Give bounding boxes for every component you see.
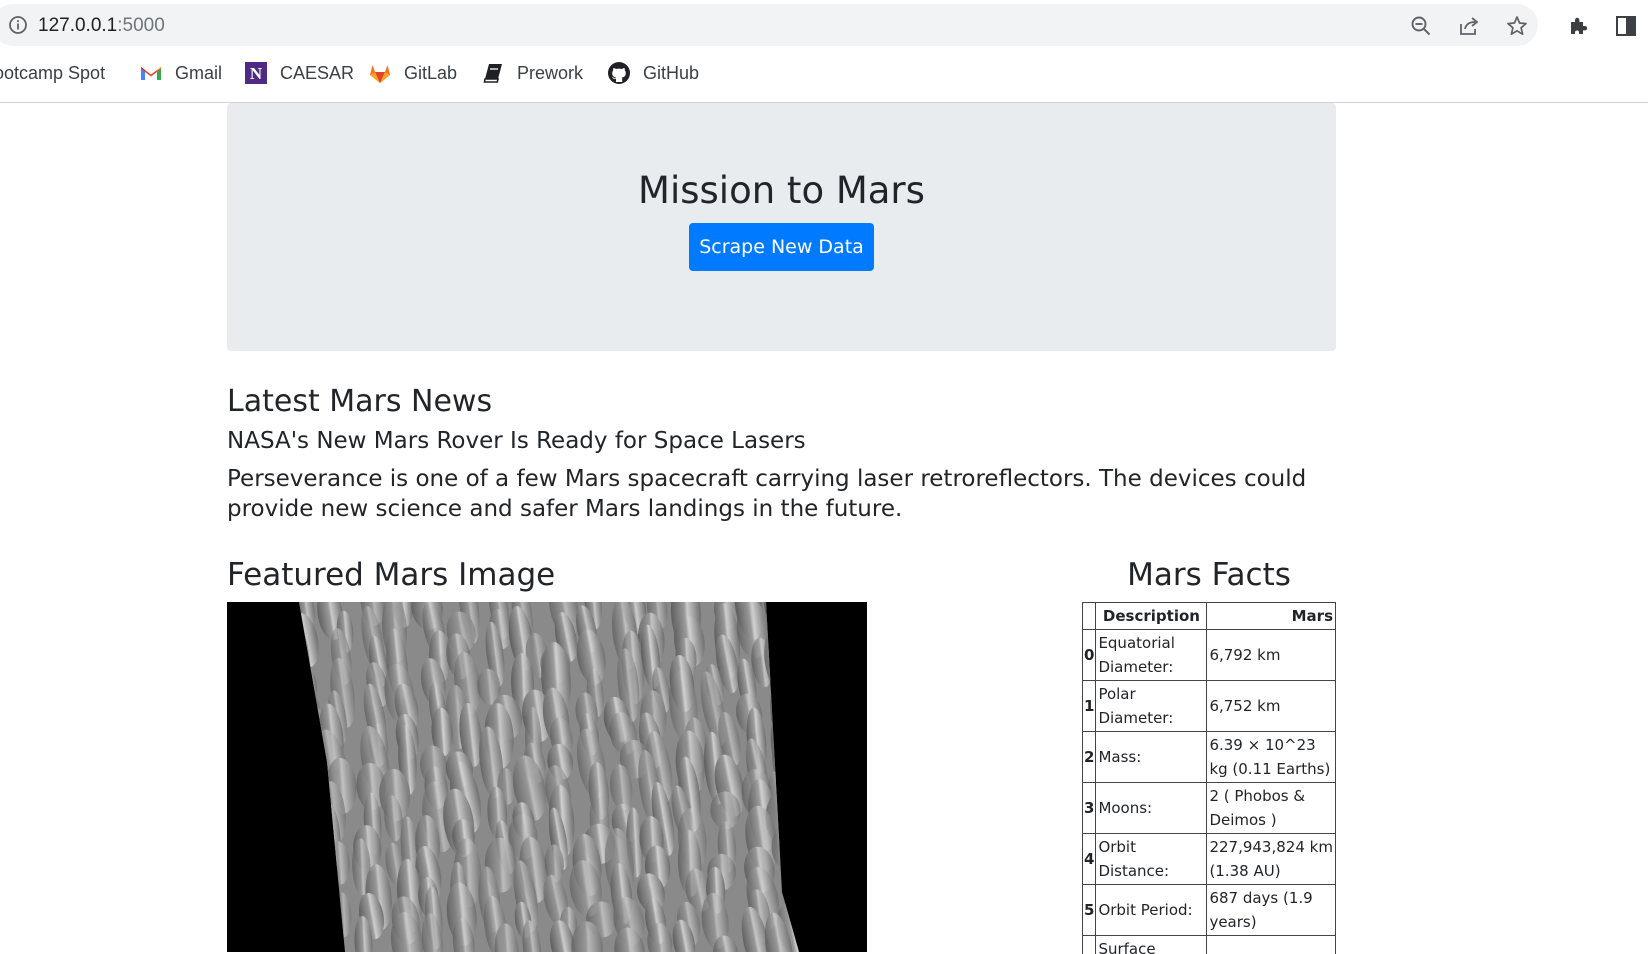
- bookmark-gitlab[interactable]: GitLab: [368, 58, 457, 88]
- table-row: 5 Orbit Period: 687 days (1.9 years): [1082, 884, 1336, 936]
- table-row: 4 Orbit Distance: 227,943,824 km (1.38 A…: [1082, 833, 1336, 885]
- row-value: 6,752 km: [1206, 680, 1336, 732]
- side-panel-icon[interactable]: [1614, 14, 1638, 38]
- info-icon[interactable]: [8, 15, 28, 35]
- row-index: 3: [1082, 782, 1097, 834]
- featured-image-heading: Featured Mars Image: [227, 557, 556, 593]
- row-index: 6: [1082, 935, 1097, 954]
- share-icon[interactable]: [1458, 15, 1480, 37]
- bookmark-label: Gmail: [175, 62, 223, 83]
- row-description: Orbit Period:: [1095, 884, 1208, 936]
- table-row: 0 Equatorial Diameter: 6,792 km: [1082, 629, 1336, 681]
- column-header-mars: Mars: [1206, 602, 1336, 630]
- table-row: 6 Surface Temperature: -87 to -5 °C: [1082, 935, 1336, 954]
- bookmark-label: GitHub: [643, 62, 700, 83]
- browser-chrome: 127.0.0.1:5000 ootcamp Spot Gmail N CAES…: [0, 0, 1648, 103]
- zoom-out-icon[interactable]: [1410, 15, 1432, 37]
- table-row: 3 Moons: 2 ( Phobos & Deimos ): [1082, 782, 1336, 834]
- star-icon[interactable]: [1506, 15, 1528, 37]
- book-icon: [483, 64, 502, 83]
- bookmark-prework[interactable]: Prework: [481, 58, 583, 88]
- news-title: NASA's New Mars Rover Is Ready for Space…: [227, 428, 806, 454]
- row-description: Mass:: [1095, 731, 1208, 783]
- url-port: :5000: [117, 15, 165, 36]
- row-description: Moons:: [1095, 782, 1208, 834]
- mars-facts-container: Description Mars 0 Equatorial Diameter: …: [1082, 602, 1336, 954]
- bookmark-label: CAESAR: [280, 62, 355, 83]
- row-description: Surface Temperature:: [1095, 935, 1208, 954]
- github-icon: [608, 62, 630, 84]
- row-index: 4: [1082, 833, 1097, 885]
- page-title: Mission to Mars: [638, 169, 925, 212]
- mars-dune-image: [227, 602, 867, 952]
- bookmark-label: ootcamp Spot: [0, 62, 106, 83]
- row-value: -87 to -5 °C: [1206, 935, 1336, 954]
- address-bar[interactable]: 127.0.0.1:5000: [0, 4, 1538, 46]
- row-index: 0: [1082, 629, 1097, 681]
- row-index: 5: [1082, 884, 1097, 936]
- row-index: 1: [1082, 680, 1097, 732]
- extensions-icon[interactable]: [1566, 14, 1590, 38]
- row-description: Polar Diameter:: [1095, 680, 1208, 732]
- gmail-icon: [141, 67, 161, 80]
- url-text[interactable]: 127.0.0.1:5000: [38, 15, 165, 37]
- mars-facts-heading: Mars Facts: [1127, 557, 1291, 593]
- gitlab-icon: [370, 65, 390, 83]
- scrape-new-data-button[interactable]: Scrape New Data: [689, 223, 874, 271]
- news-paragraph: Perseverance is one of a few Mars spacec…: [227, 466, 1307, 522]
- table-row: 2 Mass: 6.39 × 10^23 kg (0.11 Earths): [1082, 731, 1336, 783]
- bookmark-label: Prework: [517, 62, 584, 83]
- table-header-row: Description Mars: [1082, 602, 1336, 630]
- row-value: 687 days (1.9 years): [1206, 884, 1336, 936]
- row-index: 2: [1082, 731, 1097, 783]
- latest-news-heading: Latest Mars News: [227, 384, 493, 419]
- row-description: Equatorial Diameter:: [1095, 629, 1208, 681]
- mars-facts-table: Description Mars 0 Equatorial Diameter: …: [1082, 602, 1336, 954]
- column-header-description: Description: [1095, 602, 1208, 630]
- url-host: 127.0.0.1: [38, 15, 118, 36]
- table-row: 1 Polar Diameter: 6,752 km: [1082, 680, 1336, 732]
- bookmark-gmail[interactable]: Gmail: [139, 58, 222, 88]
- bookmark-caesar[interactable]: N CAESAR: [244, 58, 354, 88]
- bookmark-github[interactable]: GitHub: [607, 58, 699, 88]
- row-value: 6,792 km: [1206, 629, 1336, 681]
- row-value: 6.39 × 10^23 kg (0.11 Earths): [1206, 731, 1336, 783]
- bookmark-label: GitLab: [404, 62, 458, 83]
- column-header-index: [1082, 602, 1097, 630]
- bookmark-bootcamp-spot[interactable]: ootcamp Spot: [0, 58, 105, 88]
- northwestern-n-icon: N: [245, 62, 267, 84]
- row-value: 2 ( Phobos & Deimos ): [1206, 782, 1336, 834]
- featured-mars-image: [227, 602, 867, 952]
- row-value: 227,943,824 km (1.38 AU): [1206, 833, 1336, 885]
- svg-text:N: N: [250, 64, 263, 83]
- row-description: Orbit Distance:: [1095, 833, 1208, 885]
- jumbotron: Mission to Mars Scrape New Data: [227, 103, 1336, 351]
